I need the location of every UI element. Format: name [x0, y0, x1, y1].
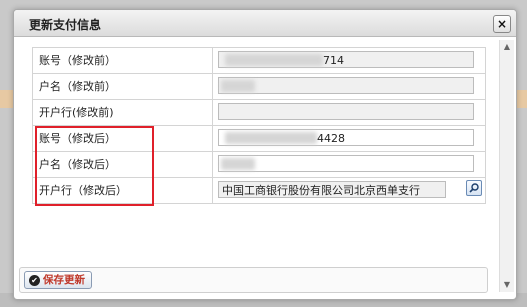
dialog-titlebar: 更新支付信息 ×: [14, 10, 516, 37]
update-payment-dialog: 更新支付信息 × 账号（修改前） 714 户名（修改前） 开户行(修改前) 账号…: [13, 9, 517, 300]
bank-before-field: [218, 103, 474, 120]
background-strip-left: [0, 90, 14, 108]
save-update-button[interactable]: ✔ 保存更新: [24, 271, 92, 289]
name-before-label: 户名（修改前）: [33, 74, 213, 99]
check-circle-icon: ✔: [29, 274, 40, 286]
masked-region: [221, 158, 255, 170]
account-after-label: 账号（修改后）: [33, 126, 213, 151]
save-update-label: 保存更新: [43, 274, 85, 286]
bank-after-value: 中国工商银行股份有限公司北京西单支行: [222, 184, 420, 197]
name-after-input[interactable]: [218, 155, 474, 172]
close-icon: ×: [496, 17, 508, 31]
close-button[interactable]: ×: [493, 15, 511, 33]
account-after-value: 4428: [317, 132, 345, 145]
account-before-field: 714: [218, 51, 474, 68]
form-row-name-before: 户名（修改前）: [32, 73, 486, 99]
dialog-scrollbar[interactable]: ▲ ▼: [499, 40, 514, 292]
form-row-name-after: 户名（修改后）: [32, 151, 486, 177]
scroll-up-icon[interactable]: ▲: [502, 42, 512, 52]
form-row-account-before: 账号（修改前） 714: [32, 47, 486, 73]
masked-region: [225, 132, 317, 144]
bank-after-label: 开户行（修改后）: [33, 178, 213, 203]
account-before-label: 账号（修改前）: [33, 48, 213, 73]
name-after-label: 户名（修改后）: [33, 152, 213, 177]
account-before-value: 714: [323, 54, 344, 67]
bank-before-label: 开户行(修改前): [33, 100, 213, 125]
bank-search-button[interactable]: [466, 180, 482, 196]
payment-form: 账号（修改前） 714 户名（修改前） 开户行(修改前) 账号（修改后） 442…: [32, 47, 486, 204]
bank-after-field: 中国工商银行股份有限公司北京西单支行: [218, 181, 446, 198]
dialog-footer: ✔ 保存更新: [19, 267, 488, 293]
masked-region: [221, 80, 255, 92]
form-row-bank-after: 开户行（修改后） 中国工商银行股份有限公司北京西单支行: [32, 177, 486, 204]
scroll-down-icon[interactable]: ▼: [502, 280, 512, 290]
masked-region: [225, 54, 323, 66]
form-row-account-after: 账号（修改后） 4428: [32, 125, 486, 151]
name-before-field: [218, 77, 474, 94]
search-icon: [469, 183, 479, 193]
form-row-bank-before: 开户行(修改前): [32, 99, 486, 125]
account-after-input[interactable]: 4428: [218, 129, 474, 146]
dialog-title: 更新支付信息: [29, 18, 102, 32]
